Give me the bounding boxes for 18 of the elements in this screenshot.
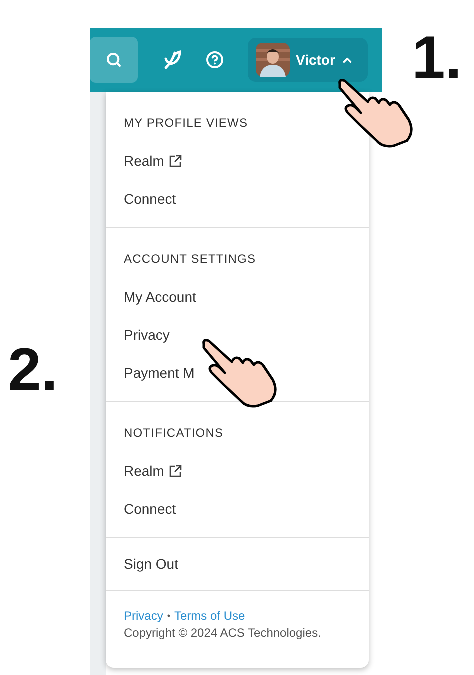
menu-item[interactable]: Payment M (124, 354, 195, 392)
menu-item[interactable]: Realm (124, 142, 182, 180)
footer-link[interactable]: Privacy (124, 609, 164, 623)
section-heading: ACCOUNT SETTINGS (124, 252, 256, 266)
menu-item[interactable]: Connect (124, 490, 176, 528)
sign-out-link[interactable]: Sign Out (106, 538, 369, 591)
step-number: 2. (8, 340, 60, 400)
menu-item[interactable]: My Account (124, 278, 196, 316)
section-heading: MY PROFILE VIEWS (124, 116, 248, 130)
step-number: 1. (412, 28, 464, 88)
menu-item[interactable]: Realm (124, 452, 182, 490)
profile-button[interactable]: Victor (248, 38, 368, 82)
separator-dot: • (167, 611, 170, 621)
menu-item[interactable]: Privacy (124, 316, 170, 354)
menu-item[interactable]: Connect (124, 180, 176, 218)
section-heading: NOTIFICATIONS (124, 426, 224, 440)
copyright-text: Copyright © 2024 ACS Technologies. (124, 626, 322, 640)
footer-link[interactable]: Terms of Use (174, 609, 246, 623)
